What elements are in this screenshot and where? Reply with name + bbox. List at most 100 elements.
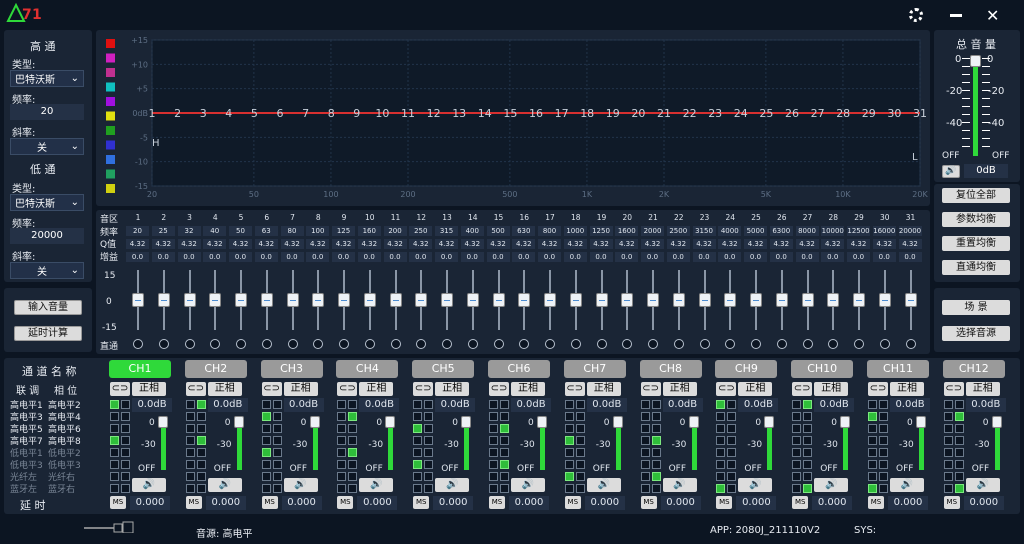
speaker-icon[interactable]: 🔊 [662, 478, 697, 492]
route-matrix-cell[interactable] [575, 484, 585, 493]
highpass-marker[interactable]: H [152, 138, 160, 149]
channel-gain-value[interactable]: 0.0dB [283, 398, 324, 412]
link-icon[interactable]: ⊂⊃ [792, 382, 813, 396]
route-matrix-cell[interactable] [424, 424, 434, 433]
route-matrix-cell[interactable] [943, 448, 953, 457]
fader-knob[interactable] [157, 293, 170, 307]
route-matrix-cell[interactable] [954, 412, 964, 421]
route-matrix-cell[interactable] [792, 460, 802, 469]
eq-band-fader[interactable] [904, 270, 917, 330]
eq-band-freq[interactable]: 40 [203, 226, 227, 236]
eq-band-q[interactable]: 4.32 [409, 239, 433, 249]
eq-band-bypass-toggle[interactable] [261, 339, 272, 349]
bypass-eq-button[interactable]: 直通均衡 [942, 260, 1010, 275]
route-matrix-cell[interactable] [196, 412, 206, 421]
channel-delay-value[interactable]: 0.000 [888, 496, 928, 510]
channel-select-button[interactable]: CH4 [336, 360, 399, 378]
eq-band-freq[interactable]: 12500 [847, 226, 870, 236]
route-matrix-cell[interactable] [121, 484, 130, 493]
channel-delay-value[interactable]: 0.000 [963, 496, 1004, 510]
fader-knob[interactable] [595, 293, 608, 307]
speaker-icon[interactable]: 🔊 [132, 478, 166, 492]
eq-band-freq[interactable]: 200 [383, 226, 407, 236]
route-matrix-cell[interactable] [110, 472, 119, 481]
route-matrix-cell[interactable] [943, 424, 953, 433]
channel-gain-value[interactable]: 0.0dB [132, 398, 172, 412]
route-matrix-cell[interactable] [121, 472, 130, 481]
eq-band-gain[interactable]: 0.0 [203, 252, 227, 262]
route-matrix-cell[interactable] [121, 400, 130, 409]
link-icon[interactable]: ⊂⊃ [564, 382, 585, 396]
eq-band-fader[interactable] [466, 270, 479, 330]
speaker-icon[interactable]: 🔊 [435, 478, 470, 492]
band-marker[interactable]: 31 [913, 107, 927, 120]
route-matrix-cell[interactable] [716, 436, 726, 445]
eq-band-fader[interactable] [312, 270, 325, 330]
param-eq-button[interactable]: 参数均衡 [942, 212, 1010, 227]
channel-color-swatch[interactable] [106, 155, 115, 164]
eq-band-fader[interactable] [415, 270, 428, 330]
eq-band-bypass-toggle[interactable] [802, 339, 813, 349]
channel-gain-value[interactable]: 0.0dB [965, 398, 1006, 412]
eq-band-fader[interactable] [647, 270, 659, 330]
band-marker[interactable]: 24 [734, 107, 748, 120]
route-matrix-cell[interactable] [261, 448, 271, 457]
channel-gain-value[interactable]: 0.0dB [662, 398, 703, 412]
eq-band-bypass-toggle[interactable] [236, 339, 246, 349]
eq-band-freq[interactable]: 1000 [563, 226, 587, 236]
reset-all-button[interactable]: 复位全部 [942, 188, 1010, 203]
eq-band-freq[interactable]: 4000 [718, 226, 742, 236]
eq-band-fader[interactable] [492, 270, 505, 330]
route-matrix-cell[interactable] [185, 472, 195, 481]
route-matrix-cell[interactable] [792, 400, 802, 409]
ms-button[interactable]: MS [868, 496, 884, 509]
route-matrix-cell[interactable] [954, 472, 964, 481]
eq-band-bypass-toggle[interactable] [184, 339, 195, 349]
route-matrix-cell[interactable] [272, 472, 282, 481]
band-marker[interactable]: 14 [478, 107, 492, 120]
route-matrix-cell[interactable] [651, 412, 661, 421]
channel-color-swatch[interactable] [106, 111, 115, 121]
fader-knob[interactable] [827, 293, 840, 307]
master-volume-knob[interactable] [970, 55, 981, 67]
route-matrix-cell[interactable] [348, 424, 358, 433]
route-matrix-cell[interactable] [110, 436, 119, 445]
route-matrix-cell[interactable] [424, 460, 434, 469]
eq-band-gain[interactable]: 0.0 [512, 252, 536, 262]
close-icon[interactable]: ✕ [986, 6, 999, 25]
band-marker[interactable]: 17 [555, 107, 569, 120]
channel-delay-value[interactable]: 0.000 [205, 496, 246, 510]
route-matrix-cell[interactable] [879, 460, 888, 469]
fader-knob[interactable] [260, 293, 273, 307]
channel-delay-value[interactable]: 0.000 [660, 496, 701, 510]
route-matrix-cell[interactable] [261, 412, 271, 421]
route-matrix-cell[interactable] [500, 424, 509, 433]
fader-knob[interactable] [466, 293, 479, 307]
route-matrix-cell[interactable] [575, 412, 585, 421]
channel-delay-value[interactable]: 0.000 [130, 496, 170, 510]
eq-band-q[interactable]: 4.32 [435, 239, 458, 249]
lowpass-marker[interactable]: L [912, 152, 918, 163]
eq-band-freq[interactable]: 630 [512, 226, 536, 236]
eq-band-q[interactable]: 4.32 [718, 239, 742, 249]
channel-color-swatch[interactable] [106, 68, 115, 77]
channel-select-button[interactable]: CH9 [715, 360, 778, 378]
eq-band-q[interactable]: 4.32 [126, 239, 149, 249]
eq-band-gain[interactable]: 0.0 [769, 252, 793, 262]
highpass-type-select[interactable]: 巴特沃斯 ⌄ [10, 70, 84, 87]
route-matrix-cell[interactable] [110, 448, 119, 457]
channel-select-button[interactable]: CH7 [563, 360, 626, 378]
phase-button[interactable]: 正相 [965, 382, 1000, 396]
eq-band-freq[interactable]: 315 [435, 226, 458, 236]
eq-band-freq[interactable]: 10000 [821, 226, 845, 236]
band-marker[interactable]: 15 [503, 107, 517, 120]
route-matrix-cell[interactable] [727, 424, 737, 433]
route-matrix-cell[interactable] [196, 460, 206, 469]
eq-band-gain[interactable]: 0.0 [435, 252, 458, 262]
eq-band-freq[interactable]: 2500 [666, 226, 690, 236]
eq-band-fader[interactable] [544, 270, 556, 330]
fader-knob[interactable] [750, 293, 762, 307]
route-matrix-cell[interactable] [803, 436, 813, 445]
fader-knob[interactable] [878, 293, 891, 307]
route-matrix-cell[interactable] [879, 484, 888, 493]
